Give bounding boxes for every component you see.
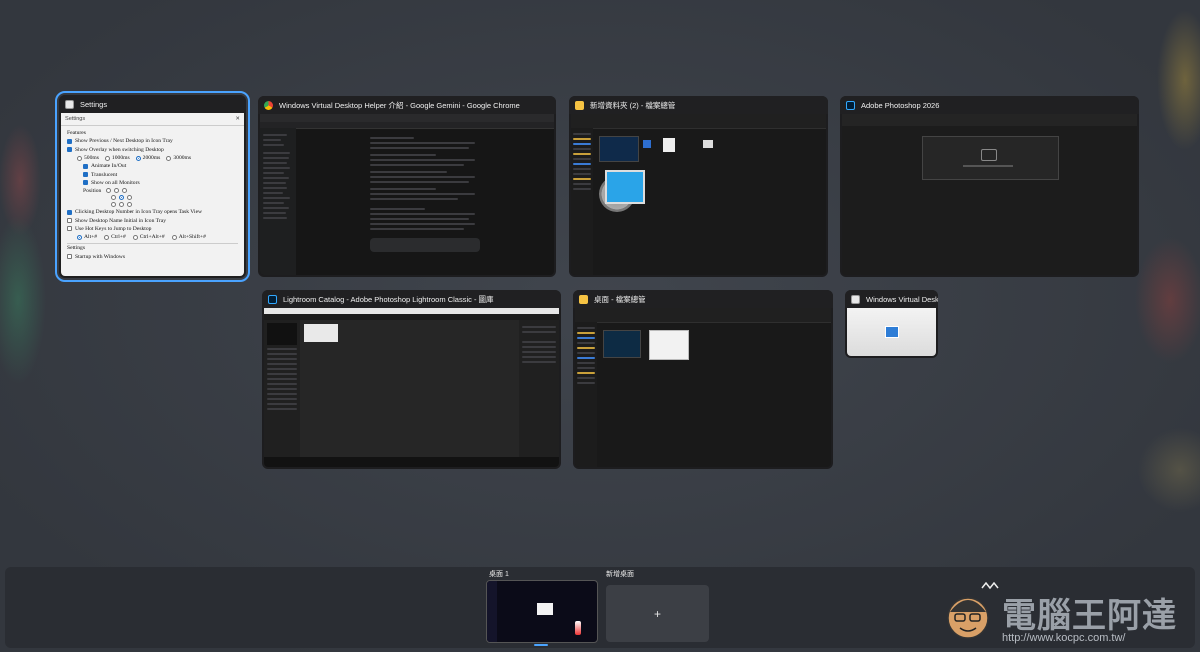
checkbox-label: Show Overlay when switching Desktop — [75, 146, 164, 153]
window-title: Adobe Photoshop 2026 — [861, 100, 940, 110]
checkbox-icon — [67, 147, 72, 153]
radio-icon — [171, 234, 177, 240]
radio-icon — [77, 155, 82, 161]
checkbox-label: Show Previous / Next Desktop in Icon Tra… — [75, 138, 173, 145]
watermark-title: 電腦王阿達 — [1002, 596, 1177, 636]
checkbox-icon — [67, 254, 72, 260]
window-titlebar: Windows Virtual Deskto... — [845, 290, 938, 308]
checkbox-label: Show Desktop Name Initial in Icon Tray — [75, 217, 167, 224]
radio-icon — [127, 195, 132, 201]
radio-icon — [111, 195, 116, 201]
radio-icon — [111, 202, 116, 208]
window-titlebar: 新增資料夾 (2) - 檔案總管 — [569, 96, 828, 114]
window-settings[interactable]: Settings Settings ✕ Features Show Previo… — [55, 91, 250, 282]
window-explorer-1[interactable]: 新增資料夾 (2) - 檔案總管 — [569, 96, 828, 277]
window-titlebar: Windows Virtual Desktop Helper 介紹 - Goog… — [258, 96, 556, 114]
radio-icon — [135, 155, 141, 161]
window-title: 新增資料夾 (2) - 檔案總管 — [590, 100, 676, 110]
desktop-1-active-indicator — [534, 644, 548, 646]
mascot-icon — [947, 582, 999, 639]
window-titlebar: 桌面 - 檔案總管 — [573, 290, 833, 308]
plus-icon: + — [653, 606, 661, 621]
window-title: Settings — [80, 99, 108, 109]
settings-thumbnail: Settings ✕ Features Show Previous / Next… — [61, 113, 244, 276]
checkbox-icon — [83, 163, 88, 169]
position-label: Position — [83, 187, 102, 194]
radio-icon — [122, 188, 128, 194]
watermark: 電腦王阿達 http://www.kocpc.com.tw/ — [940, 582, 1190, 648]
radio-icon — [104, 155, 110, 161]
radio-label: 1000ms — [111, 155, 130, 162]
lightroom-icon — [268, 294, 277, 304]
checkbox-label: Show on all Monitors — [91, 179, 140, 186]
window-titlebar: Lightroom Catalog - Adobe Photoshop Ligh… — [262, 290, 561, 308]
radio-icon — [119, 202, 124, 208]
radio-icon — [77, 234, 82, 240]
photoshop-thumbnail — [842, 114, 1137, 275]
checkbox-icon — [67, 218, 72, 224]
checkbox-label: Clicking Desktop Number in Icon Tray ope… — [75, 209, 203, 216]
new-desktop-label: 新增桌面 — [606, 571, 634, 578]
window-explorer-2[interactable]: 桌面 - 檔案總管 — [573, 290, 833, 469]
window-title: Lightroom Catalog - Adobe Photoshop Ligh… — [283, 294, 494, 304]
checkbox-icon — [83, 172, 88, 178]
new-desktop-button[interactable]: + — [606, 585, 709, 642]
window-title: Windows Virtual Deskto... — [866, 294, 938, 304]
chrome-thumbnail — [260, 114, 554, 275]
window-titlebar: Settings — [59, 95, 246, 113]
photoshop-icon — [846, 100, 855, 110]
checkbox-icon — [67, 226, 72, 232]
watermark-url: http://www.kocpc.com.tw/ — [1002, 632, 1126, 644]
checkbox-label: Use Hot Keys to Jump to Desktop — [75, 225, 152, 232]
checkbox-label: Startup with Windows — [75, 253, 126, 260]
radio-icon — [127, 202, 132, 208]
settings-inner-title: Settings — [65, 116, 86, 122]
radio-icon — [114, 188, 120, 194]
window-title: Windows Virtual Desktop Helper 介紹 - Goog… — [279, 100, 520, 110]
checkbox-icon — [67, 209, 72, 215]
window-photoshop[interactable]: Adobe Photoshop 2026 — [840, 96, 1139, 277]
lightroom-thumbnail — [264, 308, 559, 467]
radio-label: 3000ms — [173, 155, 192, 162]
checkbox-label: Translucent — [91, 171, 118, 178]
settings-app-icon — [65, 99, 74, 109]
desktop-1-label: 桌面 1 — [489, 571, 509, 578]
window-helper[interactable]: Windows Virtual Deskto... — [845, 290, 938, 358]
desktop-1-thumbnail[interactable] — [486, 580, 598, 643]
window-title: 桌面 - 檔案總管 — [594, 294, 646, 304]
checkbox-label: Animate In/Out — [91, 163, 127, 170]
features-heading: Features — [67, 130, 86, 137]
settings-heading: Settings — [67, 245, 86, 252]
radio-icon — [132, 234, 138, 240]
settings-header: Settings ✕ — [61, 113, 244, 126]
radio-icon — [119, 195, 124, 201]
explorer-1-thumbnail — [571, 114, 826, 275]
radio-label: Ctrl+# — [111, 234, 126, 241]
explorer-2-thumbnail — [575, 308, 831, 467]
checkbox-icon — [67, 138, 72, 144]
radio-label: 2000ms — [142, 155, 161, 162]
window-chrome[interactable]: Windows Virtual Desktop Helper 介紹 - Goog… — [258, 96, 556, 277]
checkbox-icon — [83, 180, 88, 186]
radio-icon — [104, 234, 110, 240]
radio-label: 500ms — [84, 155, 99, 162]
helper-thumbnail — [847, 308, 936, 356]
helper-app-icon — [851, 294, 860, 304]
folder-icon — [575, 100, 584, 110]
radio-label: Alt+# — [84, 234, 98, 241]
radio-label: Ctrl+Alt+# — [139, 234, 165, 241]
radio-label: Alt+Shift+# — [178, 234, 206, 241]
window-titlebar: Adobe Photoshop 2026 — [840, 96, 1139, 114]
radio-icon — [166, 155, 172, 161]
folder-icon — [579, 294, 588, 304]
radio-icon — [106, 188, 112, 194]
window-lightroom[interactable]: Lightroom Catalog - Adobe Photoshop Ligh… — [262, 290, 561, 469]
close-icon: ✕ — [235, 116, 240, 122]
chrome-icon — [264, 100, 273, 110]
